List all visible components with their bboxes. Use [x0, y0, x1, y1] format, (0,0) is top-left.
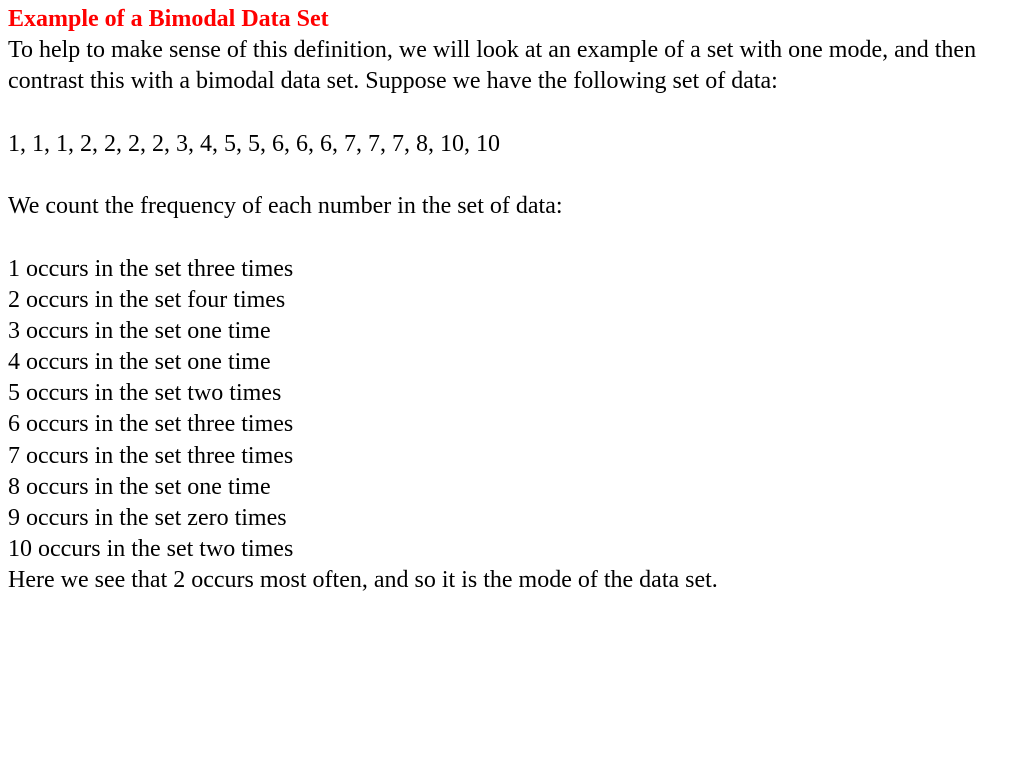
frequency-item: 7 occurs in the set three times: [8, 441, 1016, 472]
data-set-line: 1, 1, 1, 2, 2, 2, 2, 3, 4, 5, 5, 6, 6, 6…: [8, 129, 1016, 160]
frequency-item: 4 occurs in the set one time: [8, 347, 1016, 378]
frequency-item: 6 occurs in the set three times: [8, 409, 1016, 440]
intro-paragraph: To help to make sense of this definition…: [8, 35, 1016, 97]
conclusion-line: Here we see that 2 occurs most often, an…: [8, 565, 1016, 596]
frequency-item: 9 occurs in the set zero times: [8, 503, 1016, 534]
frequency-item: 2 occurs in the set four times: [8, 285, 1016, 316]
frequency-list: 1 occurs in the set three times 2 occurs…: [8, 254, 1016, 566]
spacer: [8, 98, 1016, 129]
spacer: [8, 160, 1016, 191]
frequency-item: 8 occurs in the set one time: [8, 472, 1016, 503]
count-intro: We count the frequency of each number in…: [8, 191, 1016, 222]
section-heading: Example of a Bimodal Data Set: [8, 4, 1016, 35]
frequency-item: 1 occurs in the set three times: [8, 254, 1016, 285]
frequency-item: 10 occurs in the set two times: [8, 534, 1016, 565]
frequency-item: 3 occurs in the set one time: [8, 316, 1016, 347]
frequency-item: 5 occurs in the set two times: [8, 378, 1016, 409]
spacer: [8, 222, 1016, 253]
